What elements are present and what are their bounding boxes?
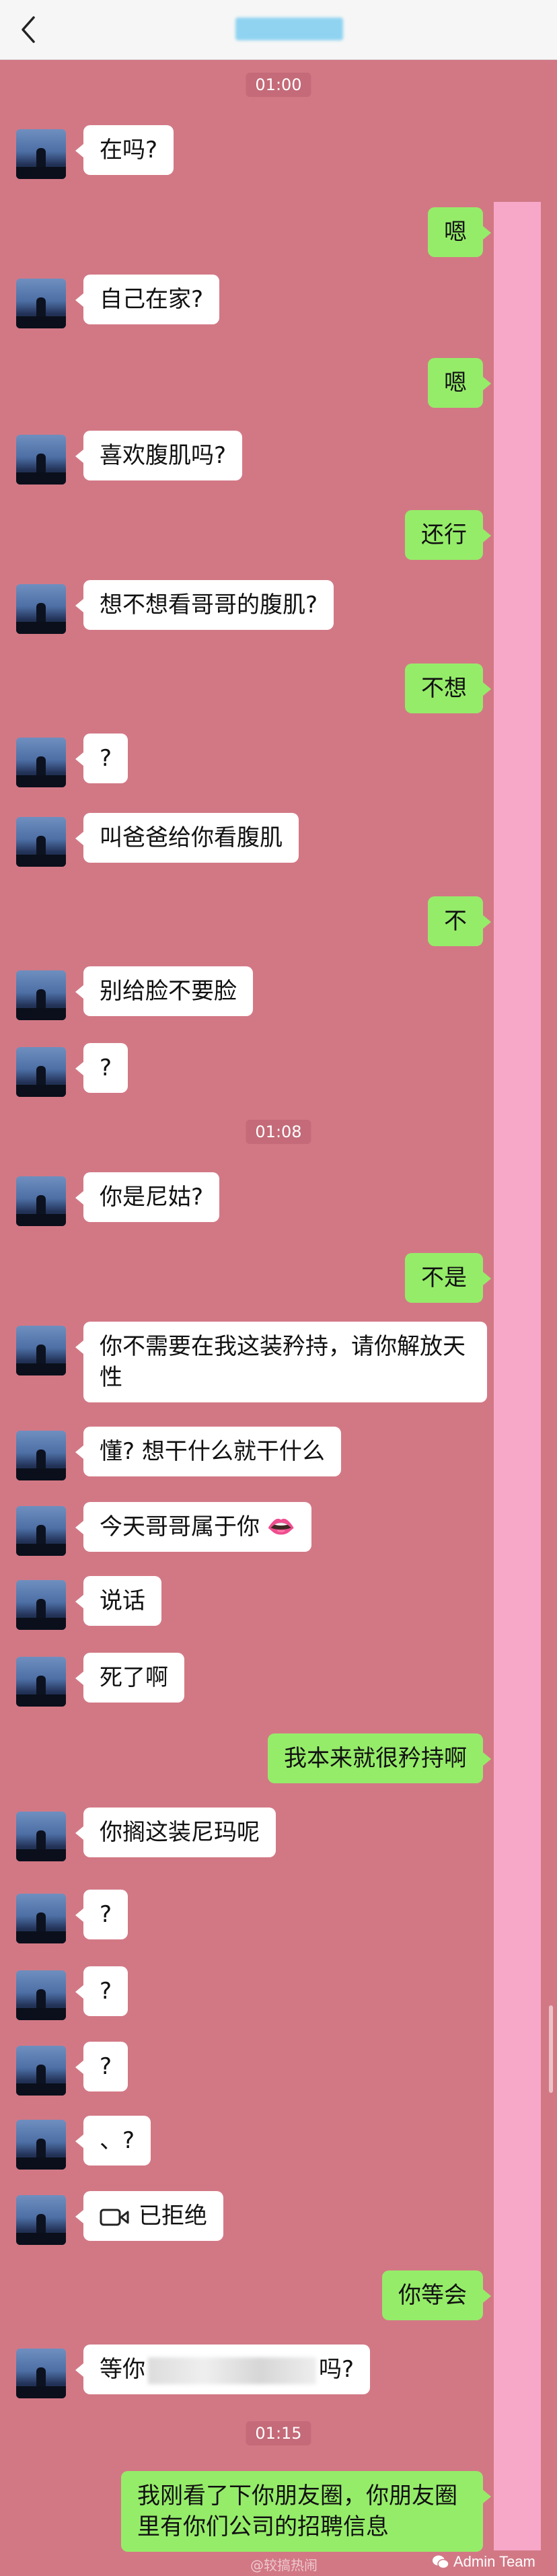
message-text-after: 吗? — [319, 2356, 355, 2383]
contact-avatar[interactable] — [16, 1326, 66, 1375]
message-bubble: 还行 — [405, 510, 491, 560]
chat-header — [0, 0, 557, 60]
contact-avatar[interactable] — [16, 817, 66, 867]
contact-avatar[interactable] — [16, 2046, 66, 2096]
lips-emoji: 👄 — [266, 1513, 296, 1540]
message-bubble: 等你 吗? — [75, 2345, 371, 2394]
message-bubble: 叫爸爸给你看腹肌 — [75, 813, 299, 863]
contact-avatar[interactable] — [16, 1506, 66, 1556]
contact-avatar[interactable] — [16, 738, 66, 787]
message-bubble: 别给脸不要脸 — [75, 966, 253, 1016]
message-bubble: 你搁这装尼玛呢 — [75, 1808, 276, 1857]
message-bubble: 我刚看了下你朋友圈，你朋友圈里有你们公司的招聘信息 — [121, 2471, 491, 2552]
contact-avatar[interactable] — [16, 1970, 66, 2020]
message-bubble: 你是尼姑? — [75, 1172, 220, 1222]
message-bubble: 、? — [75, 2116, 151, 2166]
call-status-text: 已拒绝 — [139, 2203, 207, 2229]
contact-avatar[interactable] — [16, 1580, 66, 1630]
video-call-icon — [100, 2209, 129, 2225]
wechat-icon — [433, 2555, 449, 2569]
message-bubble: ? — [75, 1043, 128, 1093]
scrollbar[interactable] — [549, 2005, 553, 2093]
message-bubble: 你不需要在我这装矜持，请你解放天性 — [75, 1322, 487, 1402]
contact-avatar[interactable] — [16, 1894, 66, 1943]
message-bubble: 想不想看哥哥的腹肌? — [75, 580, 334, 630]
contact-avatar[interactable] — [16, 1812, 66, 1861]
contact-avatar[interactable] — [16, 1176, 66, 1226]
watermark-text: Admin Team — [453, 2553, 535, 2570]
self-avatar-mask — [494, 202, 541, 2550]
contact-avatar[interactable] — [16, 279, 66, 328]
message-bubble: 嗯 — [428, 358, 491, 408]
contact-avatar[interactable] — [16, 1047, 66, 1097]
contact-avatar[interactable] — [16, 584, 66, 634]
message-text-before: 等你 — [100, 2356, 145, 2383]
timestamp: 01:08 — [246, 1120, 311, 1144]
contact-avatar[interactable] — [16, 435, 66, 485]
message-text: 今天哥哥属于你 — [100, 1513, 260, 1540]
message-bubble: 喜欢腹肌吗? — [75, 431, 243, 480]
call-record-bubble[interactable]: 已拒绝 — [75, 2191, 223, 2241]
contact-avatar[interactable] — [16, 2195, 66, 2245]
message-bubble: 今天哥哥属于你 👄 — [75, 1502, 312, 1552]
watermark-left: @较搞热闹 — [250, 2557, 318, 2573]
redacted-blur — [148, 2357, 316, 2384]
message-bubble: 懂? 想干什么就干什么 — [75, 1427, 341, 1476]
message-bubble: ? — [75, 2042, 128, 2091]
contact-avatar[interactable] — [16, 970, 66, 1020]
chevron-left-icon — [22, 16, 35, 43]
message-bubble: 说话 — [75, 1576, 161, 1626]
message-bubble: 不想 — [405, 664, 491, 713]
message-bubble: 嗯 — [428, 207, 491, 257]
back-button[interactable] — [15, 12, 42, 47]
contact-avatar[interactable] — [16, 1657, 66, 1707]
message-bubble: ? — [75, 1966, 128, 2016]
contact-avatar[interactable] — [16, 129, 66, 179]
message-bubble: 你等会 — [382, 2270, 491, 2320]
message-bubble: 在吗? — [75, 125, 174, 175]
message-bubble: 我本来就很矜持啊 — [268, 1733, 491, 1783]
chat-title-blurred — [235, 17, 343, 40]
message-bubble: ? — [75, 734, 128, 783]
message-bubble: 自己在家? — [75, 275, 220, 324]
timestamp: 01:00 — [246, 73, 311, 97]
message-bubble: ? — [75, 1890, 128, 1939]
timestamp: 01:15 — [246, 2421, 311, 2445]
contact-avatar[interactable] — [16, 2349, 66, 2398]
message-bubble: 不 — [428, 896, 491, 946]
message-bubble: 不是 — [405, 1253, 491, 1303]
contact-avatar[interactable] — [16, 2120, 66, 2170]
message-bubble: 死了啊 — [75, 1653, 184, 1703]
watermark: Admin Team — [432, 2553, 535, 2571]
contact-avatar[interactable] — [16, 1431, 66, 1480]
